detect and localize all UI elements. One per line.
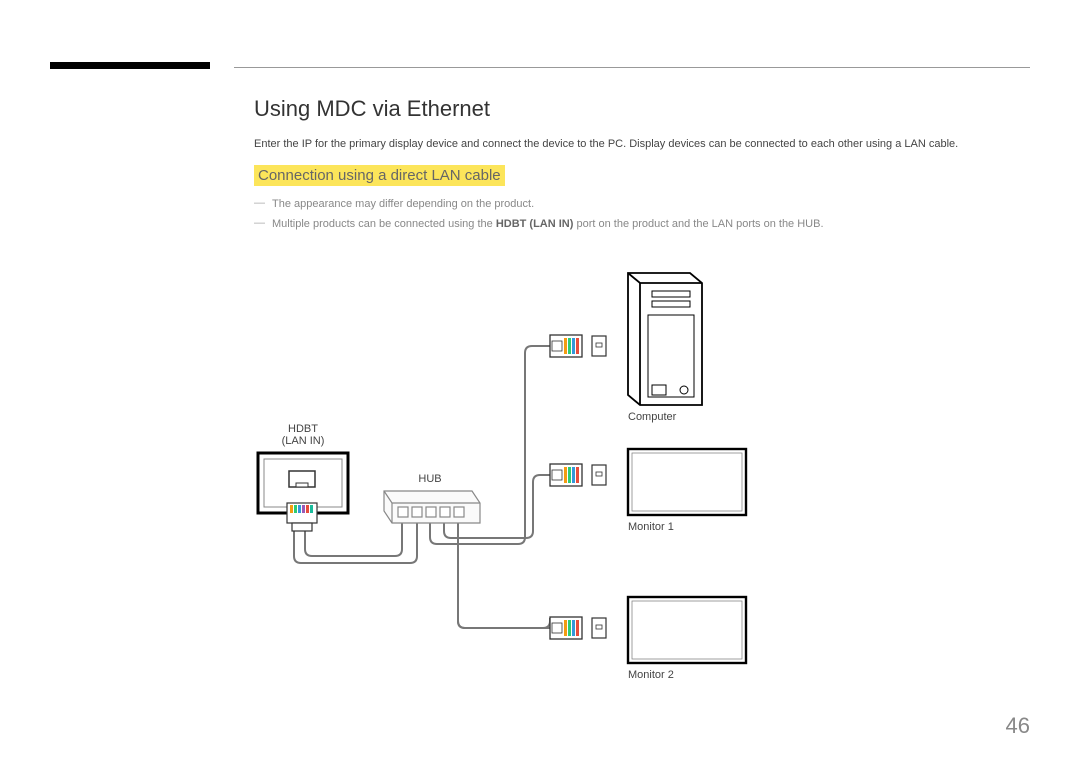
- note-bold: HDBT (LAN IN): [496, 218, 574, 230]
- rj45-plug-hdbt: [287, 503, 317, 531]
- notes-list: The appearance may differ depending on t…: [254, 196, 1030, 233]
- label-lanin-text: (LAN IN): [282, 435, 325, 447]
- rj45-plug-monitor2: [550, 617, 606, 639]
- computer-tower: [628, 273, 702, 405]
- intro-text: Enter the IP for the primary display dev…: [254, 136, 1030, 153]
- diagram-svg: [254, 251, 794, 671]
- horizontal-rule: [234, 67, 1030, 68]
- hub: [384, 491, 480, 523]
- connection-diagram: HDBT (LAN IN) HUB Computer Monitor 1 Mon…: [254, 251, 794, 671]
- label-hdbt: HDBT (LAN IN): [270, 423, 336, 447]
- page-number: 46: [1006, 713, 1030, 739]
- note-item: Multiple products can be connected using…: [254, 216, 1030, 233]
- content-area: Using MDC via Ethernet Enter the IP for …: [254, 96, 1030, 671]
- label-computer: Computer: [628, 411, 676, 423]
- section-bar: [50, 62, 210, 69]
- rj45-plug-monitor1: [550, 464, 606, 486]
- label-hub: HUB: [410, 473, 450, 485]
- page-heading: Using MDC via Ethernet: [254, 96, 1030, 122]
- rj45-plug-computer: [550, 335, 606, 357]
- note-text-before: Multiple products can be connected using…: [272, 218, 496, 230]
- label-hdbt-text: HDBT: [288, 423, 318, 435]
- label-monitor2: Monitor 2: [628, 669, 674, 681]
- sub-heading: Connection using a direct LAN cable: [254, 165, 505, 186]
- monitor-1: [628, 449, 746, 515]
- note-item: The appearance may differ depending on t…: [254, 196, 1030, 213]
- note-text: The appearance may differ depending on t…: [272, 198, 534, 210]
- note-text-after: port on the product and the LAN ports on…: [573, 218, 823, 230]
- monitor-2: [628, 597, 746, 663]
- label-monitor1: Monitor 1: [628, 521, 674, 533]
